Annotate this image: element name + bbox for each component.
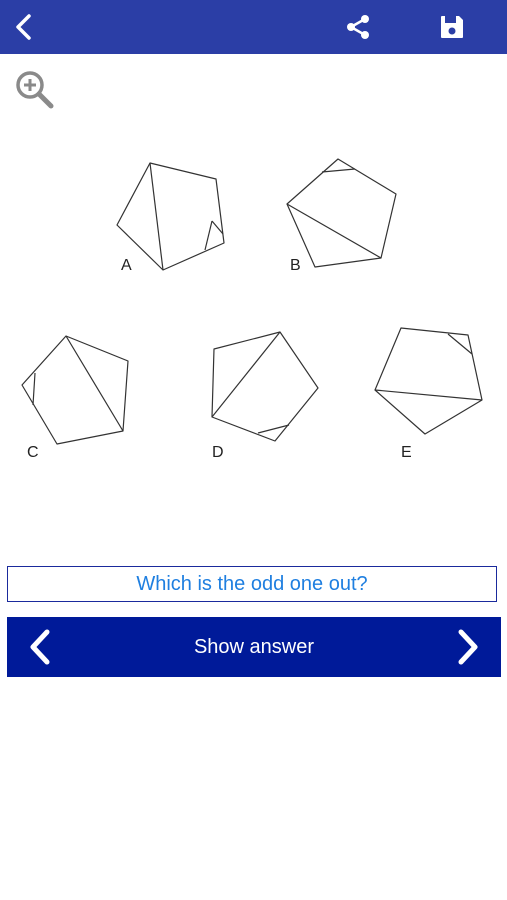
- figure-c: [21, 335, 129, 445]
- puzzle-figures: [21, 158, 483, 445]
- chevron-left-icon: [30, 629, 50, 665]
- show-answer-button[interactable]: Show answer: [87, 617, 421, 677]
- next-button[interactable]: [443, 617, 493, 677]
- figure-label-a: A: [121, 257, 132, 274]
- figure-a: [116, 162, 225, 271]
- figure-d: [211, 331, 319, 442]
- figure-label-b: B: [290, 257, 301, 274]
- answer-bar: Show answer: [7, 617, 501, 677]
- show-answer-label: Show answer: [193, 635, 315, 658]
- previous-button[interactable]: [15, 617, 65, 677]
- figure-label-d: D: [212, 444, 224, 461]
- chevron-right-icon: [458, 629, 478, 665]
- question-text: Which is the odd one out?: [136, 572, 368, 595]
- figure-b: [286, 158, 397, 268]
- figure-label-c: C: [27, 444, 39, 461]
- figure-label-e: E: [401, 444, 412, 461]
- question-box: Which is the odd one out?: [7, 566, 497, 602]
- figure-e: [374, 327, 483, 435]
